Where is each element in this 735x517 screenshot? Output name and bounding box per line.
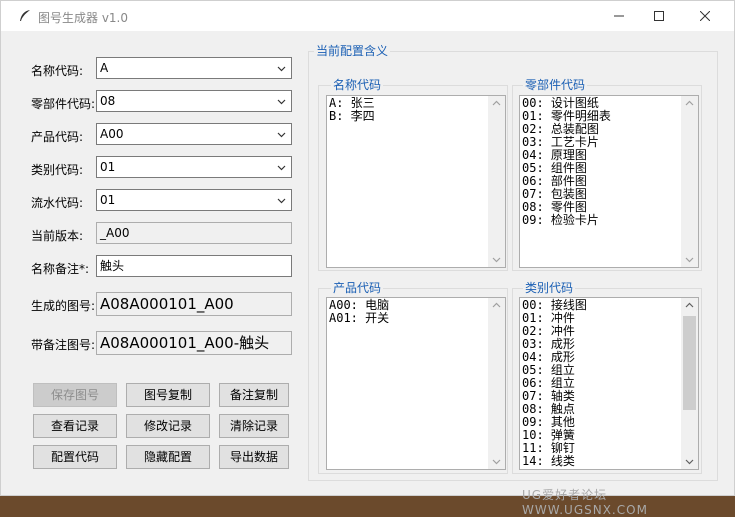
noted-number-field: A08A000101_A00-触头 (96, 331, 292, 355)
maximize-icon (654, 11, 664, 21)
copy-note-button[interactable]: 备注复制 (219, 383, 289, 407)
chevron-down-icon (277, 99, 286, 105)
part-code-list[interactable]: 00: 设计图纸 01: 零件明细表 02: 总装配图 03: 工艺卡片 04:… (519, 95, 699, 268)
scroll-down-icon[interactable] (685, 457, 694, 466)
part-code-list-items: 00: 设计图纸 01: 零件明细表 02: 总装配图 03: 工艺卡片 04:… (522, 96, 611, 227)
app-window: 图号生成器 v1.0 名称代码: A 零部件代码: 08 产品代码: A00 类… (0, 0, 735, 496)
name-code-label: 名称代码: (31, 64, 84, 78)
noted-number-label: 带备注图号: (31, 338, 96, 352)
serial-code-value: 01 (100, 193, 116, 207)
scroll-down-icon[interactable] (685, 255, 694, 264)
part-code-value: 08 (100, 94, 116, 108)
scroll-up-icon[interactable] (492, 301, 501, 310)
chevron-down-icon (277, 165, 286, 171)
scroll-down-icon[interactable] (492, 457, 501, 466)
product-code-value: A00 (100, 127, 124, 141)
product-code-group-title: 产品代码 (331, 281, 384, 295)
serial-code-label: 流水代码: (31, 196, 84, 210)
close-button[interactable] (682, 1, 728, 31)
chevron-down-icon (277, 66, 286, 72)
chevron-down-icon (277, 198, 286, 204)
category-code-scroll-thumb[interactable] (683, 316, 696, 410)
scroll-up-icon[interactable] (492, 99, 501, 108)
category-code-value: 01 (100, 160, 116, 174)
config-panel-title: 当前配置含义 (314, 44, 391, 58)
part-code-scrollbar[interactable] (681, 96, 698, 267)
save-number-button[interactable]: 保存图号 (33, 383, 117, 407)
category-code-group-title: 类别代码 (523, 281, 576, 295)
current-version-label: 当前版本: (31, 229, 84, 243)
name-code-group-title: 名称代码 (331, 78, 384, 92)
name-code-combobox[interactable]: A (96, 57, 292, 79)
part-code-group-title: 零部件代码 (523, 78, 588, 92)
maximize-button[interactable] (636, 1, 682, 31)
generated-number-label: 生成的图号: (31, 299, 96, 313)
close-icon (700, 11, 710, 21)
generated-number-field: A08A000101_A00 (96, 292, 292, 316)
scroll-down-icon[interactable] (492, 255, 501, 264)
name-note-label: 名称备注*: (31, 262, 90, 276)
product-code-label: 产品代码: (31, 130, 84, 144)
category-code-scrollbar[interactable] (681, 298, 698, 469)
category-code-label: 类别代码: (31, 163, 84, 177)
copy-number-button[interactable]: 图号复制 (126, 383, 210, 407)
edit-records-button[interactable]: 修改记录 (126, 414, 210, 438)
chevron-down-icon (277, 132, 286, 138)
product-code-scrollbar[interactable] (488, 298, 505, 469)
hide-config-button[interactable]: 隐藏配置 (126, 445, 210, 469)
category-code-combobox[interactable]: 01 (96, 156, 292, 178)
name-code-value: A (100, 61, 109, 75)
scroll-up-icon[interactable] (685, 99, 694, 108)
product-code-list-items: A00: 电脑 A01: 开关 (329, 298, 390, 325)
scroll-up-icon[interactable] (685, 301, 694, 310)
export-data-button[interactable]: 导出数据 (219, 445, 289, 469)
feather-icon (20, 10, 30, 21)
serial-code-combobox[interactable]: 01 (96, 189, 292, 211)
part-code-label: 零部件代码: (31, 97, 96, 111)
part-code-combobox[interactable]: 08 (96, 90, 292, 112)
category-code-list[interactable]: 00: 接线图 01: 冲件 02: 冲件 03: 成形 04: 成形 05: … (519, 297, 699, 470)
name-code-list[interactable]: A: 张三 B: 李四 (326, 95, 506, 268)
minimize-icon (614, 15, 624, 17)
current-version-field: _A00 (96, 222, 292, 244)
product-code-combobox[interactable]: A00 (96, 123, 292, 145)
config-code-button[interactable]: 配置代码 (33, 445, 117, 469)
name-code-list-items: A: 张三 B: 李四 (329, 96, 375, 123)
name-code-scrollbar[interactable] (488, 96, 505, 267)
product-code-list[interactable]: A00: 电脑 A01: 开关 (326, 297, 506, 470)
forum-watermark: UG爱好者论坛 WWW.UGSNX.COM (522, 488, 648, 517)
view-records-button[interactable]: 查看记录 (33, 414, 117, 438)
clear-records-button[interactable]: 清除记录 (219, 414, 289, 438)
category-code-list-items: 00: 接线图 01: 冲件 02: 冲件 03: 成形 04: 成形 05: … (522, 298, 587, 468)
name-note-input[interactable]: 触头 (96, 255, 292, 277)
title-bar: 图号生成器 v1.0 (1, 1, 734, 31)
window-title: 图号生成器 v1.0 (38, 11, 129, 25)
